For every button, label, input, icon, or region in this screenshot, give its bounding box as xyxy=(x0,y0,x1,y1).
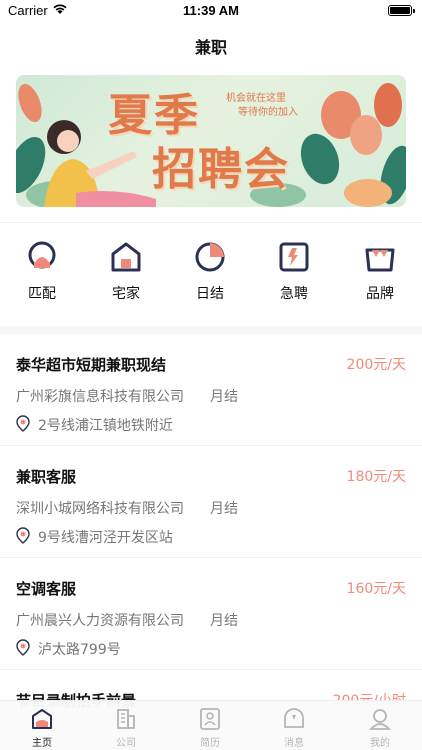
job-location: 9号线漕河泾开发区站 xyxy=(38,530,173,546)
urgent-icon xyxy=(279,242,309,272)
job-salary: 160元/天 xyxy=(346,581,406,597)
divider xyxy=(0,222,422,223)
page-title: 兼职 xyxy=(194,38,227,57)
tab-company[interactable]: 公司 xyxy=(96,707,156,749)
tab-label: 简历 xyxy=(200,738,220,749)
recruitment-banner[interactable]: 夏季 招聘会 机会就在这里 等待你的加入 xyxy=(16,75,406,207)
category-label: 急聘 xyxy=(280,286,308,302)
tab-home[interactable]: 主页 xyxy=(12,707,72,749)
job-pay-cycle: 月结 xyxy=(210,613,238,629)
brand-icon xyxy=(365,248,395,272)
job-company: 广州彩旗信息科技有限公司 xyxy=(16,389,184,405)
category-urgent[interactable]: 急聘 xyxy=(264,240,324,303)
location-pin-icon xyxy=(16,415,30,432)
job-location: 泸太路799号 xyxy=(38,642,121,658)
tab-label: 公司 xyxy=(116,738,136,749)
status-bar: Carrier 11:39 AM xyxy=(0,0,422,22)
section-gap xyxy=(0,326,422,334)
category-label: 品牌 xyxy=(366,286,394,302)
message-tab-icon xyxy=(284,708,304,728)
tab-label: 我的 xyxy=(370,738,390,749)
job-title: 空调客服 xyxy=(16,580,77,598)
category-label: 匹配 xyxy=(28,286,56,302)
job-salary: 200元/天 xyxy=(346,357,406,373)
category-match[interactable]: 匹配 xyxy=(12,240,72,303)
resume-tab-icon xyxy=(200,708,220,730)
tab-profile[interactable]: 我的 xyxy=(350,707,410,749)
category-label: 日结 xyxy=(196,286,224,302)
category-row: 匹配 宅家 日结 急聘 品牌 xyxy=(0,240,422,310)
location-pin-icon xyxy=(16,639,30,656)
home-icon xyxy=(111,242,141,272)
job-pay-cycle: 月结 xyxy=(210,501,238,517)
category-daily-pay[interactable]: 日结 xyxy=(180,240,240,303)
banner-subtitle-line2: 等待你的加入 xyxy=(238,107,298,118)
job-title: 泰华超市短期兼职现结 xyxy=(16,356,167,374)
banner-title-line2: 招聘会 xyxy=(152,144,290,195)
tab-label: 主页 xyxy=(32,738,52,749)
location-pin-icon xyxy=(16,527,30,544)
profile-tab-icon xyxy=(368,709,392,730)
job-location: 2号线浦江镇地铁附近 xyxy=(38,418,173,434)
job-title: 兼职客服 xyxy=(16,468,77,486)
battery-icon xyxy=(388,5,415,16)
job-list-item[interactable]: 兼职客服 180元/天 深圳小城网络科技有限公司 月结 9号线漕河泾开发区站 xyxy=(0,446,422,558)
job-salary: 180元/天 xyxy=(346,469,406,485)
daily-pay-icon xyxy=(195,242,225,272)
job-company: 深圳小城网络科技有限公司 xyxy=(16,501,184,517)
category-label: 宅家 xyxy=(112,286,140,302)
job-company: 广州晨兴人力资源有限公司 xyxy=(16,613,184,629)
home-tab-icon xyxy=(32,709,52,729)
tab-messages[interactable]: 消息 xyxy=(264,707,324,749)
job-list-item[interactable]: 节目录制拍手前景 200元/小时 xyxy=(0,670,422,710)
job-pay-cycle: 月结 xyxy=(210,389,238,405)
match-icon xyxy=(28,241,56,269)
tab-bar: 主页 公司 简历 消息 我的 xyxy=(0,700,422,750)
banner-subtitle-line1: 机会就在这里 xyxy=(226,93,286,104)
category-brand[interactable]: 品牌 xyxy=(350,240,410,303)
job-list-item[interactable]: 空调客服 160元/天 广州晨兴人力资源有限公司 月结 泸太路799号 xyxy=(0,558,422,670)
category-home[interactable]: 宅家 xyxy=(96,240,156,303)
status-time: 11:39 AM xyxy=(183,3,239,18)
company-tab-icon xyxy=(117,709,135,729)
job-list-item[interactable]: 泰华超市短期兼职现结 200元/天 广州彩旗信息科技有限公司 月结 2号线浦江镇… xyxy=(0,334,422,446)
tab-label: 消息 xyxy=(284,738,304,749)
tab-resume[interactable]: 简历 xyxy=(180,707,240,749)
